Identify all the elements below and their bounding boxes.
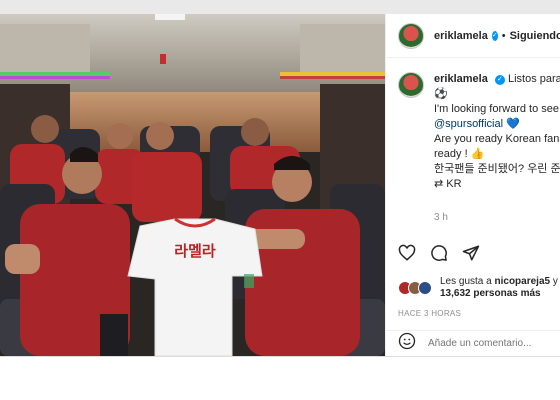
caption-timestamp: 3 h xyxy=(434,212,448,223)
mention-link[interactable]: @spursofficial xyxy=(434,118,503,130)
separator-dot: • xyxy=(501,29,506,42)
post-details-panel: eriklamela ✓ • Siguiendo eriklamela ✓ Li… xyxy=(385,14,560,356)
comment-box xyxy=(386,330,560,356)
liker-avatar xyxy=(418,281,432,295)
page-bottom-strip xyxy=(0,356,560,400)
caption-line-3: I'm looking forward to see xyxy=(434,103,559,115)
likes-text: Les gusta a nicopareja5 y 13,632 persona… xyxy=(440,276,558,299)
header-username[interactable]: eriklamela xyxy=(434,30,488,42)
bus-team-photo: 라멜라 xyxy=(0,14,385,356)
translate-link[interactable]: ⇄ KR xyxy=(434,177,560,192)
verified-icon: ✓ xyxy=(494,75,505,85)
caption-text: eriklamela ✓ Listos para m ⚽ I'm looking… xyxy=(434,72,560,192)
heart-icon[interactable] xyxy=(398,244,416,262)
post-photo[interactable]: 라멜라 xyxy=(0,14,385,356)
caption-avatar[interactable] xyxy=(398,72,424,98)
avatar[interactable] xyxy=(398,22,424,49)
page: 라멜라 eriklamela ✓ • Siguiendo eriklamela xyxy=(0,0,560,400)
comment-icon[interactable] xyxy=(430,244,448,262)
instagram-post: 라멜라 eriklamela ✓ • Siguiendo eriklamela xyxy=(0,14,560,356)
verified-icon: ✓ xyxy=(491,30,498,41)
emoji-icon[interactable] xyxy=(398,332,416,355)
caption-username[interactable]: eriklamela xyxy=(434,73,488,85)
caption-line-7: 한국팬들 준비됐어? 우린 준 xyxy=(434,163,560,175)
likes-row: Les gusta a nicopareja5 y 13,632 persona… xyxy=(398,276,558,300)
caption-emoji: ⚽ xyxy=(434,88,448,100)
liker-username[interactable]: nicopareja5 xyxy=(495,276,551,287)
action-bar xyxy=(398,244,480,262)
likes-count[interactable]: 13,632 personas más xyxy=(440,288,541,299)
jersey-name-text: 라멜라 xyxy=(174,242,216,260)
post-header: eriklamela ✓ • Siguiendo xyxy=(386,14,560,58)
caption-line-6: ready ! 👍 xyxy=(434,148,485,160)
blue-heart-emoji: 💙 xyxy=(506,118,520,130)
following-button[interactable]: Siguiendo xyxy=(510,30,560,42)
comment-input[interactable] xyxy=(428,338,560,349)
post-age: HACE 3 HORAS xyxy=(398,309,462,318)
share-icon[interactable] xyxy=(462,244,480,262)
caption-line-1: Listos para m xyxy=(507,73,560,85)
post-caption: eriklamela ✓ Listos para m ⚽ I'm looking… xyxy=(398,72,560,192)
caption-line-5: Are you ready Korean fans? xyxy=(434,133,560,145)
